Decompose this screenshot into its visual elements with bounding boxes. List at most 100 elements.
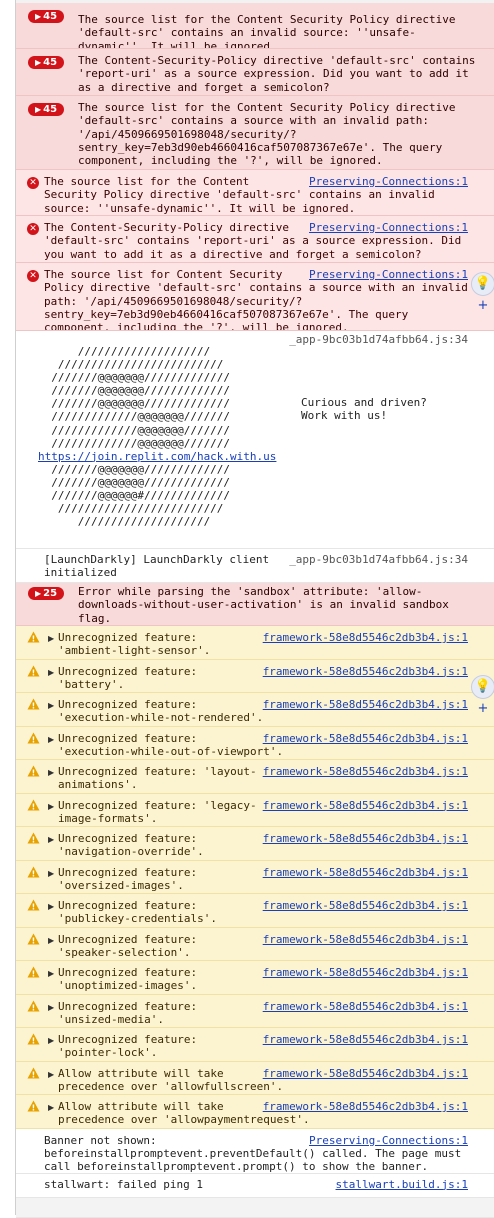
log-message: stallwart: failed ping 1 xyxy=(44,1177,203,1191)
warning-row[interactable]: ! ▶ Unrecognized feature: 'speaker-selecti… xyxy=(16,927,494,961)
expand-triangle-icon[interactable]: ▶ xyxy=(48,967,54,980)
ascii-art-top: //////////////////// ///////////////////… xyxy=(51,345,231,450)
error-group-row[interactable]: ▶ 25 Error while parsing the 'sandbox' at… xyxy=(16,583,494,626)
expand-triangle-icon[interactable]: ▶ xyxy=(48,1034,54,1047)
repeat-count-badge[interactable]: ▶ 45 xyxy=(28,10,64,23)
expand-triangle-icon[interactable]: ▶ xyxy=(48,833,54,846)
warning-row[interactable]: ! ▶ Unrecognized feature: 'pointer-lock'. f… xyxy=(16,1028,494,1062)
warning-icon: ! xyxy=(27,732,40,744)
warning-row[interactable]: ! ▶ Allow attribute will take precedence o… xyxy=(16,1095,494,1129)
expand-triangle-icon[interactable]: ▶ xyxy=(48,934,54,947)
warning-row[interactable]: ! ▶ Unrecognized feature: 'unoptimized-ima… xyxy=(16,961,494,995)
warning-row[interactable]: ! ▶ Unrecognized feature: 'unsized-media'.… xyxy=(16,994,494,1028)
expand-triangle-icon[interactable]: ▶ xyxy=(48,1101,54,1114)
warning-row[interactable]: ! ▶ Unrecognized feature: 'execution-while… xyxy=(16,726,494,760)
warning-row[interactable]: ! ▶ Unrecognized feature: 'battery'. framew… xyxy=(16,659,494,693)
source-link[interactable]: framework-58e8d5546c2db3b4.js:1 xyxy=(263,899,468,912)
warning-row[interactable]: ! ▶ Unrecognized feature: 'legacy- image-f… xyxy=(16,793,494,827)
warning-row[interactable]: ! ▶ Unrecognized feature: 'publickey-crede… xyxy=(16,894,494,928)
expand-triangle-icon[interactable]: ▶ xyxy=(48,699,54,712)
warning-icon: ! xyxy=(27,933,40,945)
warning-message: Unrecognized feature: 'unsized-media'. xyxy=(58,999,198,1026)
warning-row[interactable]: ! ▶ Unrecognized feature: 'execution-while… xyxy=(16,693,494,727)
warning-message: Unrecognized feature: 'battery'. xyxy=(58,664,198,691)
expand-triangle-icon[interactable]: ▶ xyxy=(48,1068,54,1081)
expand-triangle-icon[interactable]: ▶ xyxy=(48,632,54,645)
source-link[interactable]: framework-58e8d5546c2db3b4.js:1 xyxy=(263,1067,468,1080)
warning-message: Unrecognized feature: 'legacy- image-for… xyxy=(58,798,257,825)
source-link[interactable]: _app-9bc03b1d74afbb64.js:34 xyxy=(289,553,468,566)
warning-glyph: ! xyxy=(32,702,36,711)
warning-icon: ! xyxy=(27,966,40,978)
expand-triangle-icon[interactable]: ▶ xyxy=(48,766,54,779)
warning-message: Unrecognized feature: 'pointer-lock'. xyxy=(58,1033,198,1060)
warning-message: Unrecognized feature: 'unoptimized-image… xyxy=(58,966,198,993)
source-link[interactable]: framework-58e8d5546c2db3b4.js:1 xyxy=(263,631,468,644)
warning-row[interactable]: ! ▶ Unrecognized feature: 'layout- animati… xyxy=(16,760,494,794)
source-link[interactable]: framework-58e8d5546c2db3b4.js:1 xyxy=(263,933,468,946)
source-link[interactable]: Preserving-Connections:1 xyxy=(309,175,468,188)
source-link[interactable]: Preserving-Connections:1 xyxy=(309,1134,468,1147)
warning-icon: ! xyxy=(27,1000,40,1012)
error-message: The source list for the Content Security… xyxy=(78,13,456,49)
warning-glyph: ! xyxy=(32,836,36,845)
source-link[interactable]: framework-58e8d5546c2db3b4.js:1 xyxy=(263,1033,468,1046)
warning-message: Unrecognized feature: 'oversized-images'… xyxy=(58,865,198,892)
source-link[interactable]: framework-58e8d5546c2db3b4.js:1 xyxy=(263,832,468,845)
warning-row[interactable]: ! ▶ Unrecognized feature: 'ambient-light-s… xyxy=(16,626,494,660)
ascii-art-log-row: _app-9bc03b1d74afbb64.js:34 ////////////… xyxy=(16,331,494,549)
error-group-row[interactable]: ▶ 45 The source list for the Content Secu… xyxy=(16,96,494,170)
source-link[interactable]: framework-58e8d5546c2db3b4.js:1 xyxy=(263,698,468,711)
source-link[interactable]: framework-58e8d5546c2db3b4.js:1 xyxy=(263,665,468,678)
error-row[interactable]: ✕ The source list for the Content Securi… xyxy=(16,170,494,216)
ascii-art-bottom: ///////@@@@@@@///////////// ///////@@@@@… xyxy=(51,462,231,529)
repeat-count-badge[interactable]: ▶ 25 xyxy=(28,587,64,600)
warning-message: Allow attribute will take precedence ove… xyxy=(58,1066,284,1093)
source-link[interactable]: Preserving-Connections:1 xyxy=(309,221,468,234)
error-row[interactable]: ✕ The source list for Content Security P… xyxy=(16,263,494,331)
console-gutter xyxy=(0,0,16,1215)
source-link[interactable]: framework-58e8d5546c2db3b4.js:1 xyxy=(263,732,468,745)
warning-glyph: ! xyxy=(32,1037,36,1046)
assist-lightbulb-icon[interactable]: 💡+ xyxy=(471,675,494,716)
warning-row[interactable]: ! ▶ Allow attribute will take precedence o… xyxy=(16,1061,494,1095)
source-link[interactable]: _app-9bc03b1d74afbb64.js:34 xyxy=(289,333,468,346)
source-link[interactable]: framework-58e8d5546c2db3b4.js:1 xyxy=(263,799,468,812)
error-group-row[interactable]: ▶ 45 The source list for the Content Secu… xyxy=(16,3,494,49)
warning-icon: ! xyxy=(27,1067,40,1079)
repeat-count-badge[interactable]: ▶ 45 xyxy=(28,56,64,69)
warning-icon: ! xyxy=(27,631,40,643)
log-message: [LaunchDarkly] LaunchDarkly client initi… xyxy=(44,553,270,580)
hiring-link[interactable]: https://join.replit.com/hack.with.us xyxy=(38,450,276,463)
repeat-count-badge[interactable]: ▶ 45 xyxy=(28,103,64,116)
source-link[interactable]: Preserving-Connections:1 xyxy=(309,268,468,281)
expand-triangle-icon[interactable]: ▶ xyxy=(48,900,54,913)
source-link[interactable]: stallwart.build.js:1 xyxy=(336,1178,468,1191)
log-row: Banner not shown: beforeinstallprompteve… xyxy=(16,1128,494,1174)
source-link[interactable]: framework-58e8d5546c2db3b4.js:1 xyxy=(263,866,468,879)
source-link[interactable]: framework-58e8d5546c2db3b4.js:1 xyxy=(263,765,468,778)
expand-triangle-icon[interactable]: ▶ xyxy=(48,733,54,746)
source-link[interactable]: framework-58e8d5546c2db3b4.js:1 xyxy=(263,966,468,979)
warning-row[interactable]: ! ▶ Unrecognized feature: 'navigation-over… xyxy=(16,827,494,861)
assist-lightbulb-icon[interactable]: 💡+ xyxy=(471,272,494,313)
error-group-row[interactable]: ▶ 45 The Content-Security-Policy directiv… xyxy=(16,49,494,96)
warning-icon: ! xyxy=(27,1100,40,1112)
expand-triangle-icon: ▶ xyxy=(34,589,42,598)
expand-triangle-icon: ▶ xyxy=(34,58,42,67)
warning-message: Unrecognized feature: 'speaker-selection… xyxy=(58,932,198,959)
warning-row[interactable]: ! ▶ Unrecognized feature: 'oversized-image… xyxy=(16,860,494,894)
expand-triangle-icon[interactable]: ▶ xyxy=(48,800,54,813)
source-link[interactable]: framework-58e8d5546c2db3b4.js:1 xyxy=(263,1100,468,1113)
error-icon: ✕ xyxy=(27,270,39,282)
warning-glyph: ! xyxy=(32,903,36,912)
log-row: stallwart: failed ping 1 stallwart.build… xyxy=(16,1173,494,1198)
source-link[interactable]: framework-58e8d5546c2db3b4.js:1 xyxy=(263,1000,468,1013)
warning-icon: ! xyxy=(27,832,40,844)
error-row[interactable]: ✕ The Content-Security-Policy directive … xyxy=(16,216,494,263)
warning-glyph: ! xyxy=(32,1104,36,1113)
expand-triangle-icon[interactable]: ▶ xyxy=(48,1001,54,1014)
expand-triangle-icon[interactable]: ▶ xyxy=(48,666,54,679)
expand-triangle-icon[interactable]: ▶ xyxy=(48,867,54,880)
warning-icon: ! xyxy=(27,799,40,811)
